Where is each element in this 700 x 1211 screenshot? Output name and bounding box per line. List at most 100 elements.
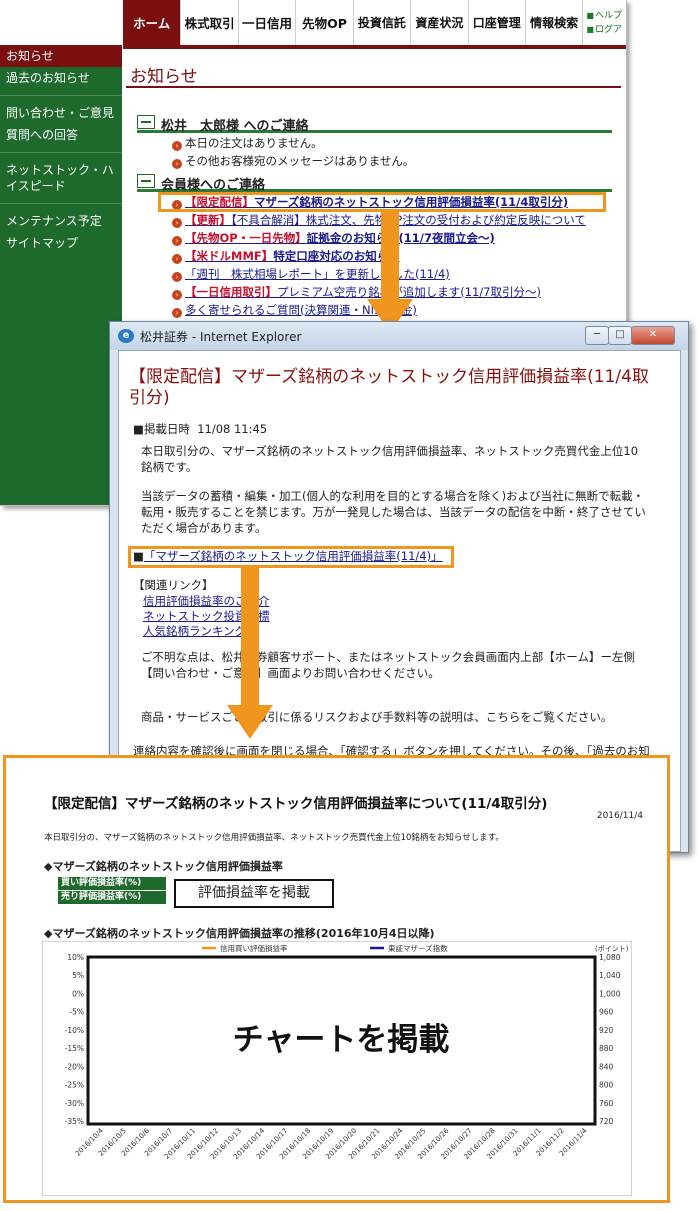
bullet-arrow-icon <box>172 141 182 151</box>
pdf-title: 【限定配信】マザーズ銘柄のネットストック信用評価損益率について(11/4取引分) <box>44 796 548 812</box>
sidebar-item-past-news[interactable]: 過去のお知らせ <box>0 67 122 89</box>
y-right-tick-label: 920 <box>599 1026 614 1035</box>
news-item[interactable]: 【先物OP・一日先物】証拠金のお知らせ(11/7夜間立会〜) <box>172 230 495 247</box>
ie-logo-icon: e <box>118 329 134 343</box>
news-item[interactable]: 【一日信用取引】プレミアム空売り銘柄が追加します(11/7取引分〜) <box>172 284 541 301</box>
news-link[interactable]: 【先物OP・一日先物】証拠金のお知らせ(11/7夜間立会〜) <box>185 231 495 245</box>
news-text: プレミアム空売り銘柄が追加します(11/7取引分〜) <box>277 285 541 299</box>
message-icon <box>137 174 155 188</box>
posted-value: 11/08 11:45 <box>197 422 268 436</box>
tab-search[interactable]: 情報検索 <box>526 0 584 45</box>
bullet-arrow-icon <box>172 272 182 282</box>
news-text: 証拠金のお知らせ(11/7夜間立会〜) <box>306 231 495 245</box>
pdf-section-heading: ◆マザーズ銘柄のネットストック信用評価損益率の推移(2016年10月4日以降) <box>44 927 435 940</box>
y-left-tick-label: -15% <box>65 1044 84 1053</box>
tab-account[interactable]: 口座管理 <box>469 0 526 45</box>
news-item[interactable]: 【米ドルMMF】特定口座対応のお知らせ <box>172 248 400 265</box>
sidebar-item-news[interactable]: お知らせ <box>0 45 122 67</box>
bullet-arrow-icon <box>172 308 182 318</box>
section-personal-title: 松井 太郎様 へのご連絡 <box>161 119 309 134</box>
sidebar-divider <box>0 95 122 96</box>
pdf-section-heading: ◆マザーズ銘柄のネットストック信用評価損益率 <box>44 860 283 873</box>
related-link: 信用評価損益率のご紹介 <box>143 593 663 609</box>
y-left-tick-label: -25% <box>65 1081 84 1090</box>
list-item: 本日の注文はありません。 <box>172 135 323 152</box>
related-link: ネットストック投資指標 <box>143 608 663 624</box>
bullet-arrow-icon <box>172 218 182 228</box>
tab-assets[interactable]: 資産状況 <box>411 0 469 45</box>
risk-text: 商品・サービスごとの取引に係るリスクおよび手数料等の説明は、こちらをご覧ください… <box>141 710 613 724</box>
news-tag: 【一日信用取引】 <box>185 285 277 299</box>
article-paragraph: 当該データの蓄積・編集・加工(個人的な利用を目的とする場合を除く)および当社に無… <box>141 489 646 535</box>
message-icon <box>137 115 155 129</box>
related-link-text[interactable]: 人気銘柄ランキング <box>143 624 246 638</box>
close-button[interactable]: ✕ <box>631 326 675 345</box>
tab-futures-op[interactable]: 先物OP <box>296 0 354 45</box>
y-left-tick-label: -10% <box>65 1026 84 1035</box>
bullet-arrow-icon <box>172 290 182 300</box>
pdf-description: 本日取引分の、マザーズ銘柄のネットストック信用評価損益率、ネットストック売買代金… <box>44 833 504 843</box>
news-text: 「週刊 株式相場レポート」を更新しました(11/4) <box>185 267 450 281</box>
contact-text: ご不明な点は、松井証券顧客サポート、またはネットストック会員画面内上部【ホーム】… <box>141 650 635 680</box>
y-left-tick-label: -30% <box>65 1099 84 1108</box>
sidebar-item-maintenance[interactable]: メンテナンス予定 <box>0 210 122 232</box>
sidebar-divider <box>0 203 122 204</box>
chart: 信用買い評価損益率 東証マザーズ指数 (ポイント) 10% 5% 0% -5% -10% -… <box>42 941 632 1196</box>
news-link[interactable]: 「週刊 株式相場レポート」を更新しました(11/4) <box>185 267 450 281</box>
arrow-shaft <box>241 568 259 708</box>
news-item[interactable]: 「週刊 株式相場レポート」を更新しました(11/4) <box>172 266 450 283</box>
top-navigation: ホーム 株式取引 一日信用 先物OP 投資信託 資産状況 口座管理 情報検索 ヘ… <box>123 0 626 49</box>
news-tag: 【先物OP・一日先物】 <box>185 231 307 245</box>
tab-home[interactable]: ホーム <box>123 0 182 45</box>
tab-mutual-funds[interactable]: 投資信託 <box>354 0 412 45</box>
minimize-button[interactable]: ─ <box>585 326 609 345</box>
chart-placeholder-text: チャートを掲載 <box>233 1022 450 1058</box>
related-links-label: 【関連リンク】 <box>133 578 214 592</box>
logout-link[interactable]: ログア <box>586 23 626 37</box>
sidebar-item-highspeed[interactable]: ネットストック・ハイスピード <box>0 159 122 197</box>
news-item[interactable]: 【更新】【不具合解消】株式注文、先物OP注文の受付および約定反映について <box>172 212 586 229</box>
arrow-shaft <box>381 212 399 302</box>
list-item-text: 本日の注文はありません。 <box>185 136 323 150</box>
sidebar-divider <box>0 152 122 153</box>
rate-table-labels: 買い評価損益率(%) 売り評価損益率(%) <box>58 877 166 906</box>
list-item-text: その他お客様宛のメッセージはありません。 <box>185 154 415 168</box>
section-personal-header: 松井 太郎様 へのご連絡 <box>137 115 612 134</box>
highlight-box-news <box>158 192 606 212</box>
legend-label: 信用買い評価損益率 <box>220 943 288 953</box>
window-title: 松井証券 - Internet Explorer <box>140 330 302 344</box>
y-right-unit: (ポイント) <box>595 945 629 953</box>
pdf-date: 2016/11/4 <box>596 811 643 821</box>
y-left-tick-label: -35% <box>65 1117 84 1126</box>
pdf-document: 【限定配信】マザーズ銘柄のネットストック信用評価損益率について(11/4取引分)… <box>3 755 670 1203</box>
window-titlebar[interactable]: e 松井証券 - Internet Explorer ─ □ ✕ <box>110 322 688 350</box>
mini-links: ヘルプ ログア <box>583 0 626 45</box>
title-divider <box>126 86 621 88</box>
rate-label-buy: 買い評価損益率(%) <box>58 877 166 891</box>
news-link[interactable]: 【米ドルMMF】特定口座対応のお知らせ <box>185 249 400 263</box>
bullet-arrow-icon <box>172 236 182 246</box>
tab-day-margin[interactable]: 一日信用 <box>239 0 297 45</box>
article-paragraph: 本日取引分の、マザーズ銘柄のネットストック信用評価損益率、ネットストック売買代金… <box>141 444 639 474</box>
y-right-tick-label: 1,040 <box>599 971 621 980</box>
article-heading: 【限定配信】マザーズ銘柄のネットストック信用評価損益率(11/4取引分) <box>129 367 649 408</box>
tab-stock-trading[interactable]: 株式取引 <box>181 0 239 45</box>
news-text: 【不具合解消】株式注文、先物OP注文の受付および約定反映について <box>231 213 586 227</box>
related-link: 人気銘柄ランキング <box>143 623 663 639</box>
section-members-title: 会員様へのご連絡 <box>161 178 266 193</box>
news-link[interactable]: 【一日信用取引】プレミアム空売り銘柄が追加します(11/7取引分〜) <box>185 285 541 299</box>
y-left-tick-label: -20% <box>65 1062 84 1071</box>
help-link[interactable]: ヘルプ <box>586 9 626 23</box>
sidebar-item-inquiry[interactable]: 問い合わせ・ご意見 <box>0 102 122 124</box>
sidebar-item-answers[interactable]: 質問への回答 <box>0 124 122 146</box>
arrow-down-icon <box>227 705 273 739</box>
y-right-tick-label: 840 <box>599 1062 614 1071</box>
y-right-tick-label: 800 <box>599 1081 614 1090</box>
rate-label-sell: 売り評価損益率(%) <box>58 891 166 905</box>
y-right-tick-label: 720 <box>599 1117 614 1126</box>
news-tag: 【米ドルMMF】 <box>185 249 274 263</box>
list-item: その他お客様宛のメッセージはありません。 <box>172 153 414 170</box>
sidebar-item-sitemap[interactable]: サイトマップ <box>0 232 122 254</box>
bullet-arrow-icon <box>172 254 182 264</box>
maximize-button[interactable]: □ <box>608 326 632 345</box>
